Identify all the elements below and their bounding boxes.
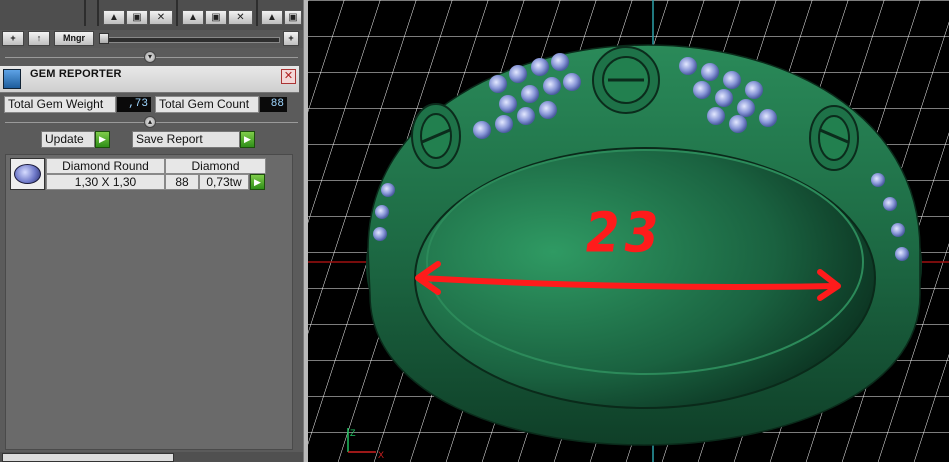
gem-type-header: Diamond Round	[46, 158, 165, 174]
update-arrow-icon[interactable]: ▶	[95, 131, 110, 148]
save-icon[interactable]: ▣	[126, 10, 148, 25]
collapse-toggle-icon[interactable]: ▾	[144, 51, 156, 63]
column-divider	[256, 0, 258, 26]
collapse-toggle-icon[interactable]: ▴	[144, 116, 156, 128]
save-report-button[interactable]: Save Report	[132, 131, 240, 148]
save-report-arrow-icon[interactable]: ▶	[240, 131, 255, 148]
total-count-label: Total Gem Count	[155, 96, 259, 113]
increase-button[interactable]: +	[283, 31, 299, 46]
gem-size-cell: 1,30 X 1,30	[46, 174, 165, 190]
gem-count-cell: 88	[165, 174, 199, 190]
top-toolbar: ▲ ▣ ✕ ▲ ▣ ✕ ▲ ▣	[0, 0, 303, 30]
total-count-value: 88	[260, 97, 287, 112]
delete-icon[interactable]: ✕	[228, 10, 253, 25]
save-icon[interactable]: ▣	[205, 10, 227, 25]
column-divider	[97, 0, 99, 26]
manager-button[interactable]: Mngr	[54, 31, 94, 46]
axis-z-label: Z	[350, 428, 356, 438]
add-button[interactable]: +	[2, 31, 24, 46]
gem-weight-cell: 0,73tw	[199, 174, 249, 190]
update-button[interactable]: Update	[41, 131, 95, 148]
move-up-icon[interactable]: ▲	[261, 10, 283, 25]
gem-thumbnail[interactable]	[10, 158, 45, 190]
move-up-icon[interactable]: ▲	[103, 10, 125, 25]
report-area	[5, 154, 293, 450]
column-divider	[176, 0, 178, 26]
panel-separator: ▾	[0, 51, 303, 63]
up-button[interactable]: ↑	[28, 31, 50, 46]
move-up-icon[interactable]: ▲	[182, 10, 204, 25]
panel-title: GEM REPORTER	[30, 68, 122, 80]
bottom-field[interactable]	[2, 453, 174, 462]
zoom-slider[interactable]	[100, 37, 280, 43]
left-panel: ▲ ▣ ✕ ▲ ▣ ✕ ▲ ▣ + ↑ Mngr + ▾ GEM REPORTE…	[0, 0, 303, 462]
round-diamond-icon	[14, 164, 41, 184]
dimension-annotation: 23	[580, 201, 668, 265]
delete-icon[interactable]: ✕	[149, 10, 173, 25]
total-weight-label: Total Gem Weight	[4, 96, 116, 113]
gem-material-header: Diamond	[165, 158, 266, 174]
gem-reporter-header: GEM REPORTER ✕	[0, 66, 299, 93]
axis-x-label: X	[378, 450, 384, 460]
total-weight-value: ,73	[117, 97, 151, 112]
close-icon[interactable]: ✕	[281, 69, 296, 84]
save-icon[interactable]: ▣	[284, 10, 302, 25]
gem-reporter-icon	[3, 69, 21, 89]
3d-viewport[interactable]: Z X 23	[308, 0, 949, 462]
gem-row-arrow-icon[interactable]: ▶	[250, 174, 265, 190]
slider-row: + ↑ Mngr +	[0, 30, 303, 48]
column-divider	[84, 0, 86, 26]
panel-separator: ▴	[0, 116, 303, 128]
slider-handle[interactable]	[99, 33, 109, 44]
bottom-bar	[0, 452, 303, 462]
